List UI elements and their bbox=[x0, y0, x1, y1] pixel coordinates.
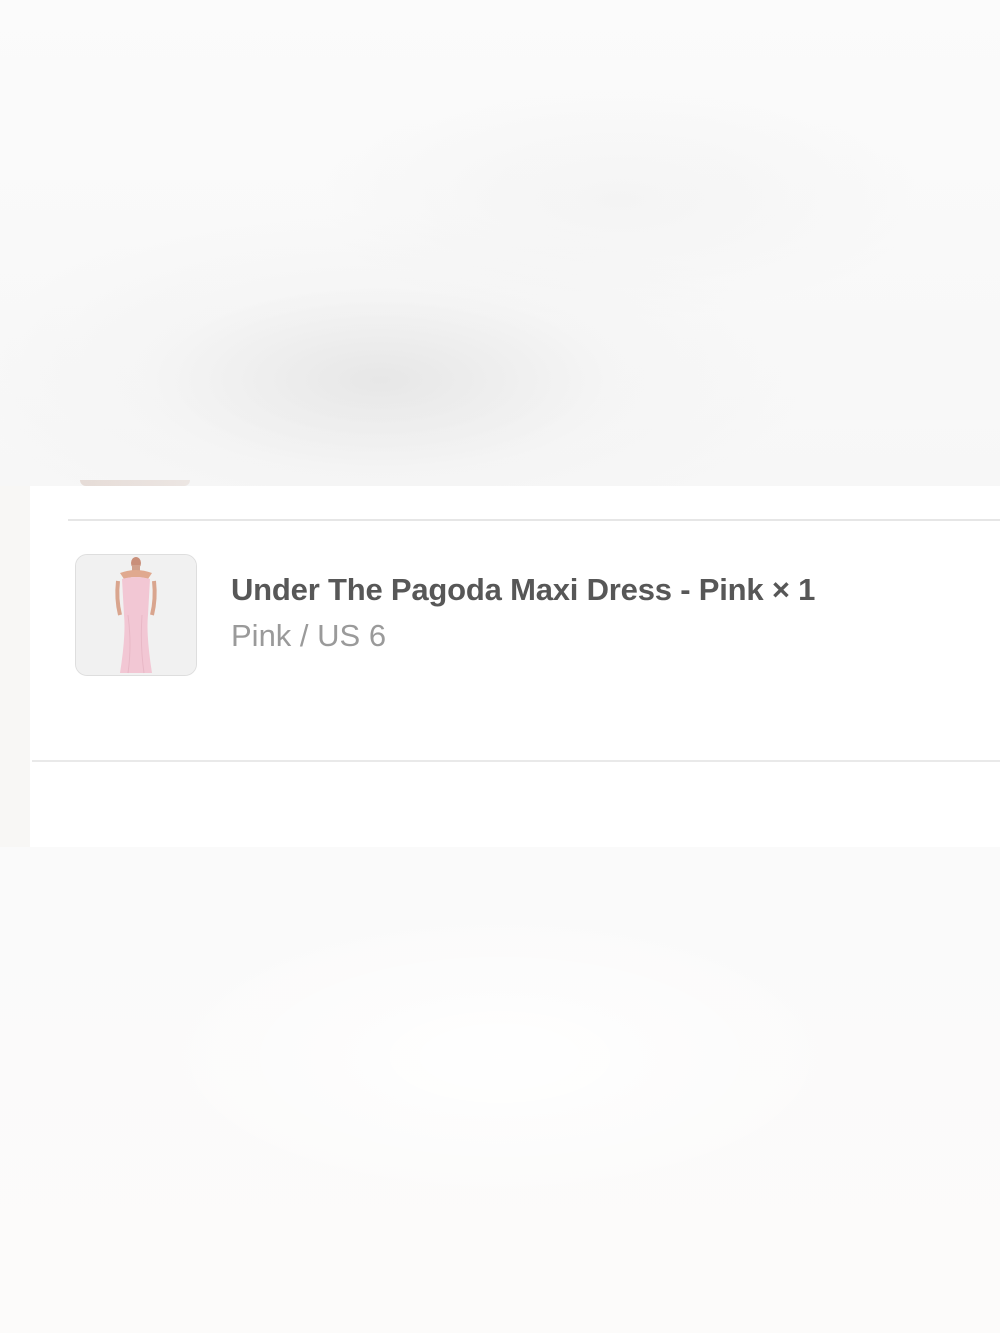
side-strip bbox=[0, 486, 30, 847]
line-item[interactable]: Under The Pagoda Maxi Dress - Pink × 1 P… bbox=[75, 554, 975, 676]
order-summary-panel: Under The Pagoda Maxi Dress - Pink × 1 P… bbox=[30, 486, 1000, 847]
divider bbox=[32, 760, 1000, 762]
product-title: Under The Pagoda Maxi Dress - Pink × 1 bbox=[231, 572, 816, 607]
blurred-background-top bbox=[0, 0, 1000, 486]
product-thumbnail[interactable] bbox=[75, 554, 197, 676]
dress-image bbox=[76, 555, 196, 675]
product-variant: Pink / US 6 bbox=[231, 618, 387, 653]
page: Under The Pagoda Maxi Dress - Pink × 1 P… bbox=[0, 0, 1000, 1333]
blurred-background-bottom bbox=[0, 847, 1000, 1333]
divider bbox=[68, 519, 1000, 521]
